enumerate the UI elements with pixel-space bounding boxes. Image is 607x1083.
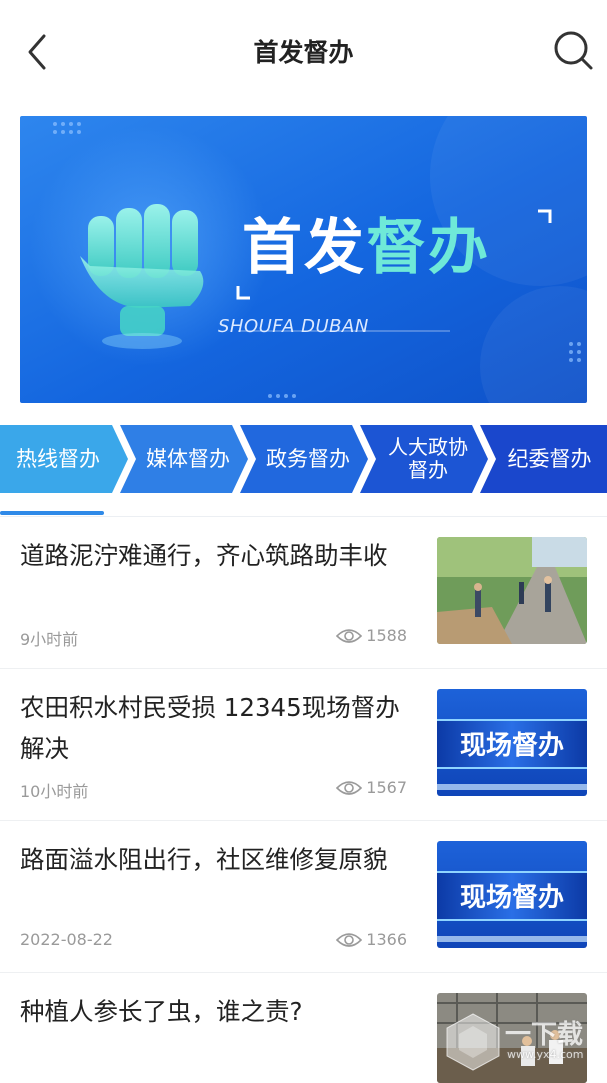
article-thumbnail: 现场督办 <box>437 841 587 948</box>
tab-label: 纪委督办 <box>507 447 592 471</box>
top-bar: 首发督办 <box>0 0 607 104</box>
tab-label: 政务督办 <box>266 447 350 471</box>
photo-road-work-image <box>437 537 587 644</box>
category-tabs: 热线督办 媒体督办 政务督办 人大政协 督办 纪委督办 <box>0 425 607 493</box>
tab-government[interactable]: 政务督办 <box>240 425 368 493</box>
watermark-text: 一下载 <box>505 1020 584 1050</box>
article-views: 1588 <box>336 626 407 645</box>
banner-title: 首发督办 <box>242 212 490 284</box>
active-tab-indicator <box>0 511 104 515</box>
search-icon <box>554 31 593 70</box>
article-views: 1366 <box>336 930 407 949</box>
page-title: 首发督办 <box>253 38 354 67</box>
article-time: 10小时前 <box>20 782 89 801</box>
eye-icon <box>336 932 363 947</box>
article-time: 9小时前 <box>20 630 79 649</box>
tab-label-line2: 督办 <box>408 458 448 482</box>
thumb-label: 现场督办 <box>459 883 564 913</box>
thumb-glow <box>437 936 587 942</box>
search-button[interactable] <box>549 26 599 76</box>
list-item[interactable]: 道路泥泞难通行，齐心筑路助丰收 9小时前 1588 <box>0 517 607 669</box>
banner-title-green: 督办 <box>366 213 490 283</box>
list-item[interactable]: 农田积水村民受损 12345现场督办解决 10小时前 1567 现场督办 <box>0 669 607 821</box>
eye-icon <box>336 628 363 643</box>
thumb-glow <box>437 784 587 790</box>
article-title: 道路泥泞难通行，齐心筑路助丰收 <box>20 541 388 570</box>
article-title: 农田积水村民受损 12345现场督办解决 <box>20 693 400 763</box>
tab-label: 媒体督办 <box>146 447 230 471</box>
banner-title-white: 首发 <box>242 213 366 283</box>
watermark-url: www.yx4.com <box>507 1048 584 1061</box>
tab-label-line1: 人大政协 <box>388 435 468 459</box>
tab-npc-cppcc[interactable]: 人大政协 督办 <box>360 425 488 493</box>
view-count: 1366 <box>366 930 407 949</box>
view-count: 1567 <box>366 778 407 797</box>
article-views: 1567 <box>336 778 407 797</box>
article-thumbnail: 现场督办 <box>437 689 587 796</box>
tab-label: 热线督办 <box>16 447 100 471</box>
watermark-logo-icon <box>446 1013 500 1071</box>
article-thumbnail <box>437 537 587 644</box>
tab-label-multiline: 人大政协 督办 <box>388 436 468 482</box>
thumb-label: 现场督办 <box>459 731 564 761</box>
view-count: 1588 <box>366 626 407 645</box>
hero-banner[interactable]: 首发督办 SHOUFA DUBAN <box>20 116 587 403</box>
article-time: 2022-08-22 <box>20 930 113 949</box>
article-title: 种植人参长了虫，谁之责? <box>20 997 303 1026</box>
article-title: 路面溢水阻出行，社区维修复原貌 <box>20 845 388 874</box>
list-item[interactable]: 路面溢水阻出行，社区维修复原貌 2022-08-22 1366 现场督办 <box>0 821 607 973</box>
tab-media[interactable]: 媒体督办 <box>120 425 248 493</box>
tab-hotline[interactable]: 热线督办 <box>0 425 128 493</box>
tab-discipline[interactable]: 纪委督办 <box>480 425 607 493</box>
banner-subtitle: SHOUFA DUBAN <box>218 316 369 337</box>
eye-icon <box>336 780 363 795</box>
watermark: 一下载 www.yx4.com <box>445 1010 605 1080</box>
